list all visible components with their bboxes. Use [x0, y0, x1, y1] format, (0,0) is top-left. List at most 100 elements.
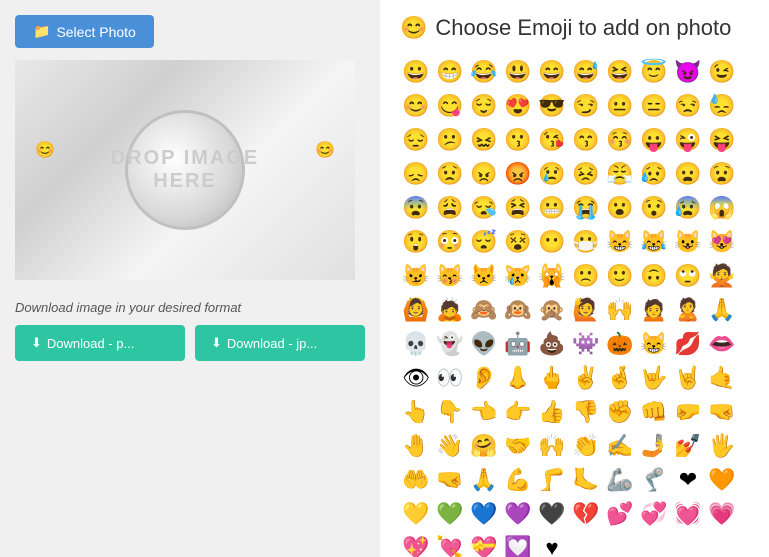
emoji-item[interactable]: 😠 [468, 158, 500, 190]
emoji-item[interactable]: 🙊 [536, 294, 568, 326]
emoji-item[interactable]: 😆 [604, 56, 636, 88]
emoji-item[interactable]: 🙏 [468, 464, 500, 496]
emoji-item[interactable]: 😞 [400, 158, 432, 190]
emoji-item[interactable]: 🧡 [706, 464, 738, 496]
emoji-item[interactable]: 👀 [434, 362, 466, 394]
emoji-item[interactable]: 😀 [400, 56, 432, 88]
emoji-item[interactable]: 💗 [706, 498, 738, 530]
emoji-item[interactable]: 😮 [604, 192, 636, 224]
emoji-item[interactable]: 🙌 [604, 294, 636, 326]
emoji-item[interactable]: 😫 [502, 192, 534, 224]
emoji-item[interactable]: 👈 [468, 396, 500, 428]
emoji-item[interactable]: 🙋 [570, 294, 602, 326]
emoji-item[interactable]: ✊ [604, 396, 636, 428]
emoji-item[interactable]: 💩 [536, 328, 568, 360]
emoji-item[interactable]: 😵 [502, 226, 534, 258]
emoji-item[interactable]: 🖤 [536, 498, 568, 530]
emoji-item[interactable]: 💅 [672, 430, 704, 462]
emoji-item[interactable]: 🙎 [672, 294, 704, 326]
emoji-item[interactable]: 😥 [638, 158, 670, 190]
emoji-item[interactable]: 😧 [706, 158, 738, 190]
emoji-item[interactable]: 😋 [434, 90, 466, 122]
emoji-item[interactable]: 🦿 [638, 464, 670, 496]
emoji-item[interactable]: 😭 [570, 192, 602, 224]
emoji-item[interactable]: 😓 [706, 90, 738, 122]
emoji-item[interactable]: 😑 [638, 90, 670, 122]
emoji-item[interactable]: 😗 [502, 124, 534, 156]
emoji-item[interactable]: 🙈 [468, 294, 500, 326]
emoji-item[interactable]: 😛 [638, 124, 670, 156]
emoji-item[interactable]: 😯 [638, 192, 670, 224]
emoji-item[interactable]: 😰 [672, 192, 704, 224]
emoji-item[interactable]: 😂 [468, 56, 500, 88]
emoji-item[interactable]: 😸 [604, 226, 636, 258]
emoji-item[interactable]: 😽 [434, 260, 466, 292]
emoji-item[interactable]: 💘 [434, 532, 466, 557]
emoji-item[interactable]: 🙁 [570, 260, 602, 292]
emoji-item[interactable]: 😣 [570, 158, 602, 190]
emoji-item[interactable]: 😒 [672, 90, 704, 122]
emoji-item[interactable]: 😔 [400, 124, 432, 156]
emoji-item[interactable]: 😸 [638, 328, 670, 360]
emoji-item[interactable]: 😺 [672, 226, 704, 258]
emoji-item[interactable]: 🦶 [570, 464, 602, 496]
image-drop-area[interactable]: DROP IMAGEHERE 😊 😊 [15, 60, 355, 280]
emoji-item[interactable]: 💖 [400, 532, 432, 557]
emoji-item[interactable]: 😃 [502, 56, 534, 88]
emoji-item[interactable]: 🖐 [706, 430, 738, 462]
emoji-item[interactable]: 🤜 [706, 396, 738, 428]
emoji-item[interactable]: 😖 [468, 124, 500, 156]
emoji-item[interactable]: 👋 [434, 430, 466, 462]
emoji-item[interactable]: 😙 [570, 124, 602, 156]
select-photo-button[interactable]: 📁 Select Photo [15, 15, 154, 48]
emoji-item[interactable]: 🤚 [400, 430, 432, 462]
emoji-item[interactable]: 💓 [672, 498, 704, 530]
emoji-item[interactable]: 😬 [536, 192, 568, 224]
emoji-item[interactable]: 🙌 [536, 430, 568, 462]
emoji-item[interactable]: 🤳 [638, 430, 670, 462]
emoji-item[interactable]: 🙀 [536, 260, 568, 292]
emoji-item[interactable]: 🤝 [502, 430, 534, 462]
download-png-button[interactable]: ⬇ Download - p... [15, 325, 185, 361]
emoji-item[interactable]: 🦾 [604, 464, 636, 496]
emoji-item[interactable]: 👇 [434, 396, 466, 428]
emoji-item[interactable]: 😲 [400, 226, 432, 258]
emoji-item[interactable]: 😄 [536, 56, 568, 88]
emoji-item[interactable]: 😌 [468, 90, 500, 122]
emoji-item[interactable]: 👆 [400, 396, 432, 428]
emoji-item[interactable]: 🙆 [400, 294, 432, 326]
emoji-item[interactable]: 😕 [434, 124, 466, 156]
emoji-item[interactable]: 😍 [502, 90, 534, 122]
emoji-item[interactable]: 😱 [706, 192, 738, 224]
emoji-item[interactable]: 🤖 [502, 328, 534, 360]
emoji-item[interactable]: 💞 [638, 498, 670, 530]
emoji-item[interactable]: 👊 [638, 396, 670, 428]
emoji-item[interactable]: 🤘 [672, 362, 704, 394]
emoji-item[interactable]: 😜 [672, 124, 704, 156]
emoji-item[interactable]: 🤗 [468, 430, 500, 462]
emoji-item[interactable]: 😘 [536, 124, 568, 156]
emoji-item[interactable]: 😐 [604, 90, 636, 122]
emoji-item[interactable]: 😨 [400, 192, 432, 224]
download-jpg-button[interactable]: ⬇ Download - jp... [195, 325, 365, 361]
emoji-item[interactable]: 👽 [468, 328, 500, 360]
emoji-item[interactable]: 🙂 [604, 260, 636, 292]
emoji-item[interactable]: 💛 [400, 498, 432, 530]
emoji-item[interactable]: ♥ [536, 532, 568, 557]
emoji-item[interactable]: 👄 [706, 328, 738, 360]
emoji-item[interactable]: 😇 [638, 56, 670, 88]
emoji-item[interactable]: 😁 [434, 56, 466, 88]
emoji-item[interactable]: 💟 [502, 532, 534, 557]
emoji-item[interactable]: 😈 [672, 56, 704, 88]
emoji-item[interactable]: 😿 [502, 260, 534, 292]
emoji-item[interactable]: 💝 [468, 532, 500, 557]
emoji-item[interactable]: 😅 [570, 56, 602, 88]
emoji-item[interactable]: ✌ [570, 362, 602, 394]
emoji-item[interactable]: 👉 [502, 396, 534, 428]
emoji-item[interactable]: 💜 [502, 498, 534, 530]
emoji-item[interactable]: 🤞 [604, 362, 636, 394]
emoji-item[interactable]: 👾 [570, 328, 602, 360]
emoji-item[interactable]: 🙃 [638, 260, 670, 292]
emoji-item[interactable]: 😹 [638, 226, 670, 258]
emoji-item[interactable]: 😪 [468, 192, 500, 224]
